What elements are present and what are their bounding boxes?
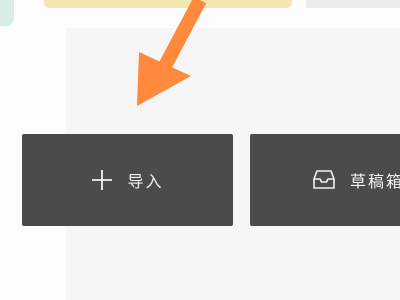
import-label: 导入 <box>127 172 164 191</box>
top-card-middle[interactable] <box>44 0 292 8</box>
drafts-label: 草稿箱 <box>350 172 400 191</box>
top-card-row <box>0 0 400 28</box>
drafts-button[interactable]: 草稿箱 <box>250 134 400 226</box>
top-card-right[interactable] <box>306 0 400 8</box>
inbox-tray-icon <box>312 169 336 191</box>
plus-icon <box>91 169 113 191</box>
import-button[interactable]: 导入 <box>22 134 233 226</box>
top-card-left[interactable] <box>0 0 14 26</box>
